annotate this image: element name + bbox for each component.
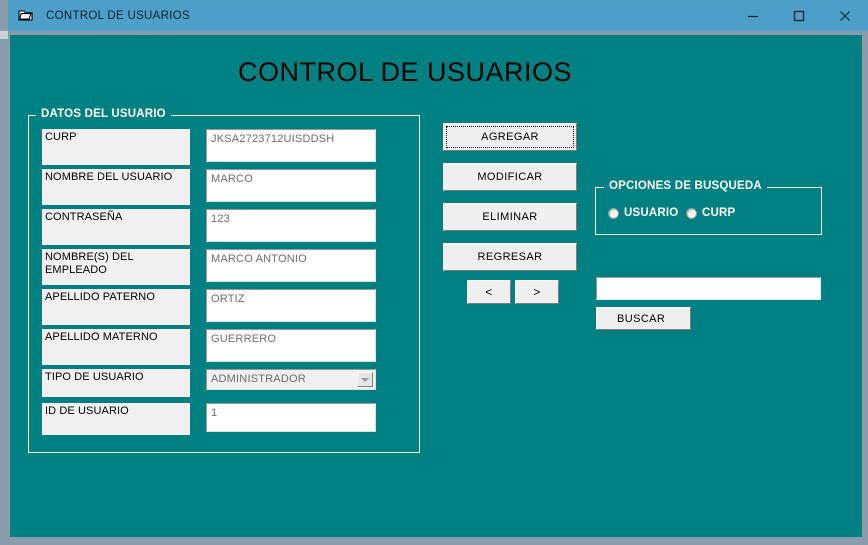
minimize-icon — [748, 15, 758, 17]
field-input-nombre-usuario[interactable]: MARCO — [206, 169, 376, 202]
datos-del-usuario-legend: DATOS DEL USUARIO — [36, 108, 171, 120]
field-input-contrasena[interactable]: 123 — [206, 209, 376, 242]
next-record-button[interactable]: > — [515, 280, 559, 304]
radio-option-usuario[interactable]: USUARIO — [608, 207, 678, 219]
application-window: CONTROL DE USUARIOS CONTROL DE USUARIOS … — [0, 0, 868, 545]
field-label-tipo-usuario: TIPO DE USUARIO — [42, 369, 190, 397]
field-label-nombres-empleado: NOMBRE(S) DEL EMPLEADO — [42, 249, 190, 285]
close-button[interactable] — [822, 0, 868, 31]
field-label-contrasena: CONTRASEÑA — [42, 209, 190, 245]
field-input-curp[interactable]: JKSA2723712UISDDSH — [206, 129, 376, 162]
form-client-area: CONTROL DE USUARIOS DATOS DEL USUARIO CU… — [10, 35, 862, 537]
radio-label-usuario: USUARIO — [624, 207, 679, 219]
radio-usuario-icon[interactable] — [608, 207, 619, 219]
eliminar-button[interactable]: ELIMINAR — [443, 203, 577, 231]
title-bar[interactable]: CONTROL DE USUARIOS — [8, 0, 868, 31]
combo-selected-value: ADMINISTRADOR — [211, 373, 306, 385]
field-label-apellido-paterno: APELLIDO PATERNO — [42, 289, 190, 325]
field-label-curp: CURP — [42, 129, 190, 165]
field-input-nombres-empleado[interactable]: MARCO ANTONIO — [206, 249, 376, 282]
window-title: CONTROL DE USUARIOS — [46, 9, 190, 22]
frame-corner-strip — [0, 31, 8, 39]
window-folder-icon — [18, 8, 34, 23]
opciones-de-busqueda-legend: OPCIONES DE BUSQUEDA — [604, 180, 767, 192]
radio-curp-icon[interactable] — [686, 207, 697, 219]
window-controls — [730, 0, 868, 31]
maximize-button[interactable] — [776, 0, 822, 31]
field-input-apellido-materno[interactable]: GUERRERO — [206, 329, 376, 362]
maximize-icon — [793, 10, 805, 21]
radio-option-curp[interactable]: CURP — [686, 207, 735, 219]
field-label-nombre-usuario: NOMBRE DEL USUARIO — [42, 169, 190, 205]
field-input-id-usuario[interactable]: 1 — [206, 403, 376, 432]
page-title: CONTROL DE USUARIOS — [237, 57, 573, 87]
minimize-button[interactable] — [730, 0, 776, 31]
regresar-button[interactable]: REGRESAR — [443, 243, 577, 271]
field-combo-tipo-usuario[interactable]: ADMINISTRADOR — [206, 369, 376, 390]
radio-label-curp: CURP — [702, 207, 736, 219]
field-label-apellido-materno: APELLIDO MATERNO — [42, 329, 190, 365]
field-label-id-usuario: ID DE USUARIO — [42, 403, 190, 435]
chevron-down-icon[interactable] — [357, 372, 373, 387]
field-input-apellido-paterno[interactable]: ORTIZ — [206, 289, 376, 322]
close-icon — [840, 10, 850, 21]
buscar-button[interactable]: BUSCAR — [596, 307, 691, 330]
modificar-button[interactable]: MODIFICAR — [443, 163, 577, 191]
previous-record-button[interactable]: < — [467, 280, 511, 304]
agregar-button[interactable]: AGREGAR — [443, 123, 577, 151]
search-input[interactable] — [596, 277, 821, 300]
